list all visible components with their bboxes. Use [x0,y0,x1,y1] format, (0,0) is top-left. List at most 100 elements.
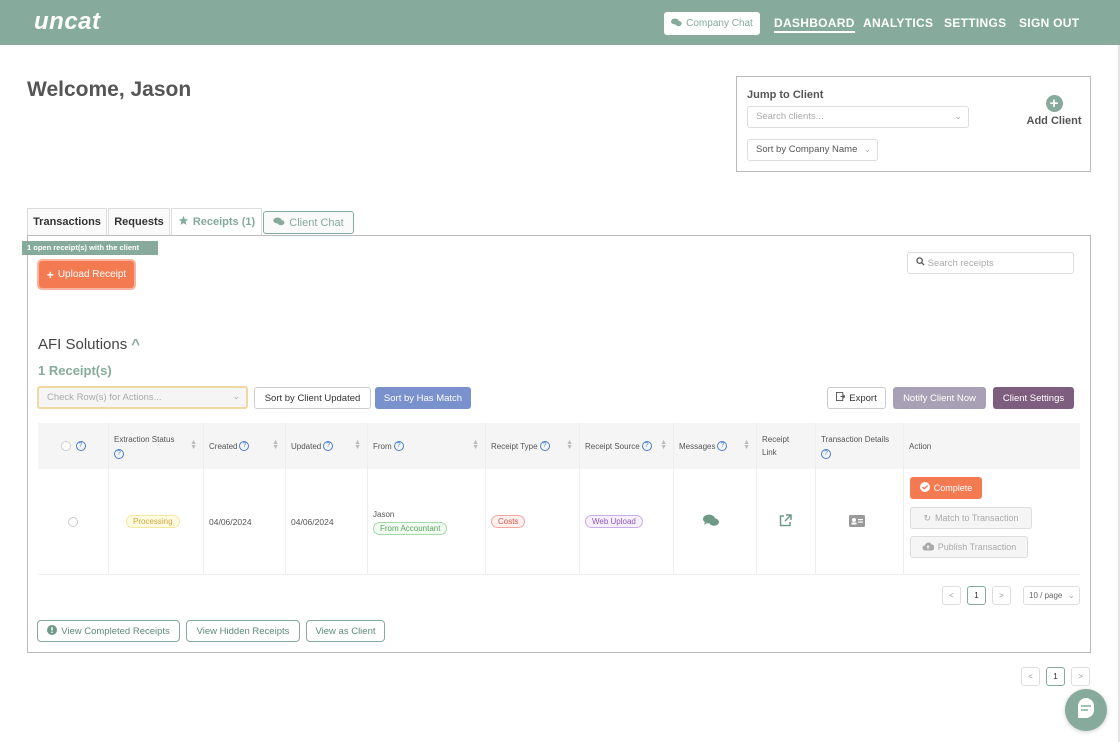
client-settings-button[interactable]: Client Settings [993,387,1074,409]
help-icon[interactable]: ? [539,441,550,451]
sort-clients-label: Sort by Company Name [756,144,858,155]
from-badge: From Accountant [373,522,448,535]
jump-to-client-title: Jump to Client [747,89,824,101]
top-nav-bar: uncat Company Chat DASHBOARD ANALYTICS S… [0,0,1120,45]
client-search-select[interactable]: Search clients... ⌄ [747,106,969,128]
outer-next-page-button[interactable]: > [1071,667,1090,686]
chevron-down-icon: ⌄ [232,391,240,401]
complete-label: Complete [933,483,973,493]
extraction-status-header[interactable]: Extraction Status? ▲ ▼ [108,423,203,469]
search-receipts-placeholder: Search receipts [927,258,994,269]
messages-header[interactable]: Messages? ▲ ▼ [673,423,756,469]
transaction-details-label: Transaction Details [821,435,890,444]
notify-client-now-button[interactable]: Notify Client Now [893,387,986,409]
select-all-header: ? [38,423,108,469]
sort-by-has-match-button[interactable]: Sort by Has Match [375,387,471,409]
next-page-button[interactable]: > [992,586,1011,605]
chevron-down-icon: ⌄ [954,111,962,121]
sort-icon: ▲ ▼ [743,439,750,451]
from-name: Jason [373,510,395,519]
receipt-type-label: Receipt Type [491,441,538,451]
external-link-icon[interactable] [779,514,792,529]
search-receipts-input[interactable]: Search receipts [907,252,1074,274]
client-section-header[interactable]: AFI Solutions ^ [38,336,140,353]
chat-bubbles-icon [671,18,682,30]
chevron-down-icon: ⌄ [863,144,871,154]
plus-circle-icon: + [1045,95,1063,112]
company-chat-label: Company Chat [686,18,753,29]
help-icon[interactable]: ? [393,441,404,451]
receipt-type-header[interactable]: Receipt Type? ▲ ▼ [485,423,579,469]
view-completed-receipts-button[interactable]: View Completed Receipts [37,620,180,642]
export-icon [836,392,846,404]
nav-dashboard[interactable]: DASHBOARD [774,16,855,33]
search-icon [916,257,928,269]
transaction-details-header: Transaction Details? [815,423,903,469]
company-chat-button[interactable]: Company Chat [664,12,760,35]
page-number[interactable]: 1 [967,586,986,605]
from-header[interactable]: From? ▲ ▼ [367,423,485,469]
nav-analytics[interactable]: ANALYTICS [863,16,933,30]
receipt-type-badge: Costs [491,515,526,528]
chat-launcher-button[interactable] [1065,689,1107,731]
uncat-logo[interactable]: uncat [34,8,101,36]
id-card-icon[interactable] [849,515,865,529]
client-search-placeholder: Search clients... [756,111,824,122]
select-all-checkbox[interactable] [60,441,71,451]
receipt-source-header[interactable]: Receipt Source? ▲ ▼ [579,423,673,469]
outer-prev-page-button[interactable]: < [1021,667,1040,686]
open-receipts-ribbon: 1 open receipt(s) with the client [22,241,158,255]
export-label: Export [849,392,877,404]
receipt-link-header: Receipt Link [756,423,815,469]
sort-by-client-updated-button[interactable]: Sort by Client Updated [254,387,371,409]
sort-clients-select[interactable]: Sort by Company Name ⌄ [747,139,878,161]
complete-button[interactable]: Complete [910,477,982,499]
prev-page-button[interactable]: < [942,586,961,605]
chevron-down-icon: ⌄ [1067,590,1075,600]
bulk-actions-select[interactable]: Check Row(s) for Actions... ⌄ [37,386,248,409]
tab-transactions[interactable]: Transactions [27,208,107,235]
messages-icon[interactable] [703,514,719,529]
add-client-button[interactable]: + Add Client [1025,95,1083,127]
plus-icon: + [46,267,54,282]
check-circle-icon [919,482,930,494]
view-as-client-button[interactable]: View as Client [306,620,385,642]
receipts-table-header: ? Extraction Status? ▲ ▼ Created? ▲ ▼ Upda… [38,423,1080,469]
chat-icon [1065,698,1107,734]
refresh-icon: ↻ [923,512,931,523]
page-size-select[interactable]: 10 / page ⌄ [1023,586,1080,605]
page-title: Welcome, Jason [27,78,192,101]
publish-label: Publish Transaction [937,542,1017,552]
tab-requests[interactable]: Requests [108,208,170,235]
created-header[interactable]: Created? ▲ ▼ [203,423,285,469]
sort-icon: ▲ ▼ [190,439,197,451]
row-select-checkbox[interactable] [68,517,78,527]
nav-settings[interactable]: SETTINGS [944,16,1006,30]
receipt-link-label: Receipt Link [762,435,790,457]
cloud-upload-icon [922,542,935,553]
help-icon[interactable]: ? [239,441,250,451]
help-icon[interactable]: ? [821,449,831,459]
nav-sign-out[interactable]: SIGN OUT [1019,16,1079,30]
help-icon[interactable]: ? [323,441,334,451]
upload-receipt-button[interactable]: + Upload Receipt [39,261,134,288]
view-hidden-receipts-button[interactable]: View Hidden Receipts [186,620,300,642]
page-size-label: 10 / page [1029,591,1063,600]
action-header: Action [909,441,932,451]
match-to-transaction-button[interactable]: ↻ Match to Transaction [910,507,1032,529]
updated-header[interactable]: Updated? ▲ ▼ [285,423,367,469]
export-button[interactable]: Export [827,387,886,409]
outer-page-number[interactable]: 1 [1046,667,1065,686]
tab-receipts[interactable]: Receipts (1) [171,208,262,235]
star-icon [178,215,189,229]
status-badge: Processing [126,515,180,528]
receipt-count: 1 Receipt(s) [38,363,112,378]
publish-transaction-button[interactable]: Publish Transaction [910,536,1028,558]
help-icon[interactable]: ? [75,441,86,451]
help-icon[interactable]: ? [717,441,728,451]
help-icon[interactable]: ? [641,441,652,451]
add-client-label: Add Client [1026,115,1082,127]
info-circle-icon [47,624,58,638]
tab-client-chat[interactable]: Client Chat [263,211,354,234]
help-icon[interactable]: ? [114,449,124,459]
